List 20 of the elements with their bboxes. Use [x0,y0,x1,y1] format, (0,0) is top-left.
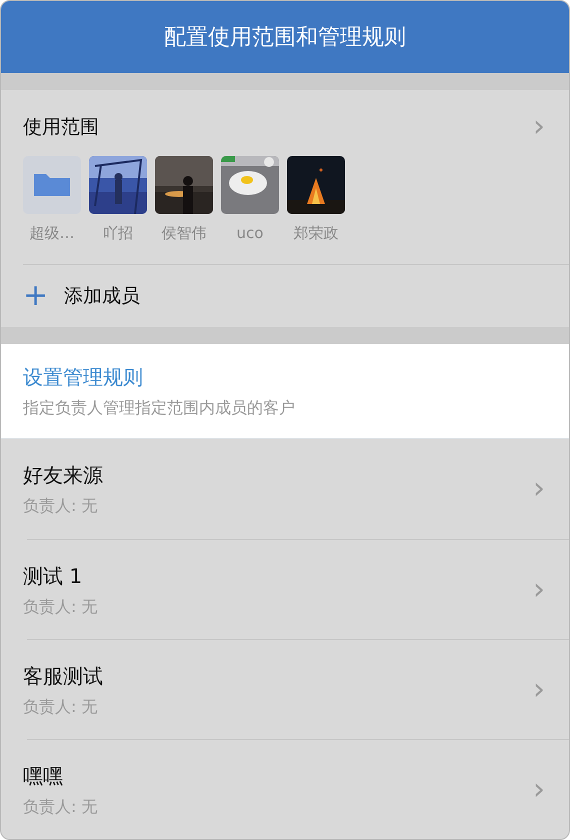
chevron-icon: › [533,474,545,504]
section-title: 使用范围 [23,114,99,140]
add-member-button[interactable]: + 添加成员 [23,265,569,328]
page-title: 配置使用范围和管理规则 [164,24,406,52]
member-name: 吖招 [103,222,133,244]
folder-icon [23,156,81,214]
plus-icon: + [23,281,48,312]
member-name: 郑荣政 [294,222,338,244]
chevron-icon: › [533,112,545,142]
scope-header[interactable]: 使用范围 › [23,90,569,142]
member-name: 超级… [30,222,74,244]
chevron-icon: › [533,574,545,604]
rule-owner: 负责人: 无 [23,495,98,517]
member-name: uco [236,222,264,244]
rule-name: 好友来源 [23,462,103,489]
chevron-icon: › [533,674,545,704]
rule-description: 指定负责人管理指定范围内成员的客户 [23,397,296,419]
member-name: 侯智伟 [162,222,206,244]
chevron-icon: › [533,774,545,804]
rule-title[interactable]: 设置管理规则 [23,362,547,392]
